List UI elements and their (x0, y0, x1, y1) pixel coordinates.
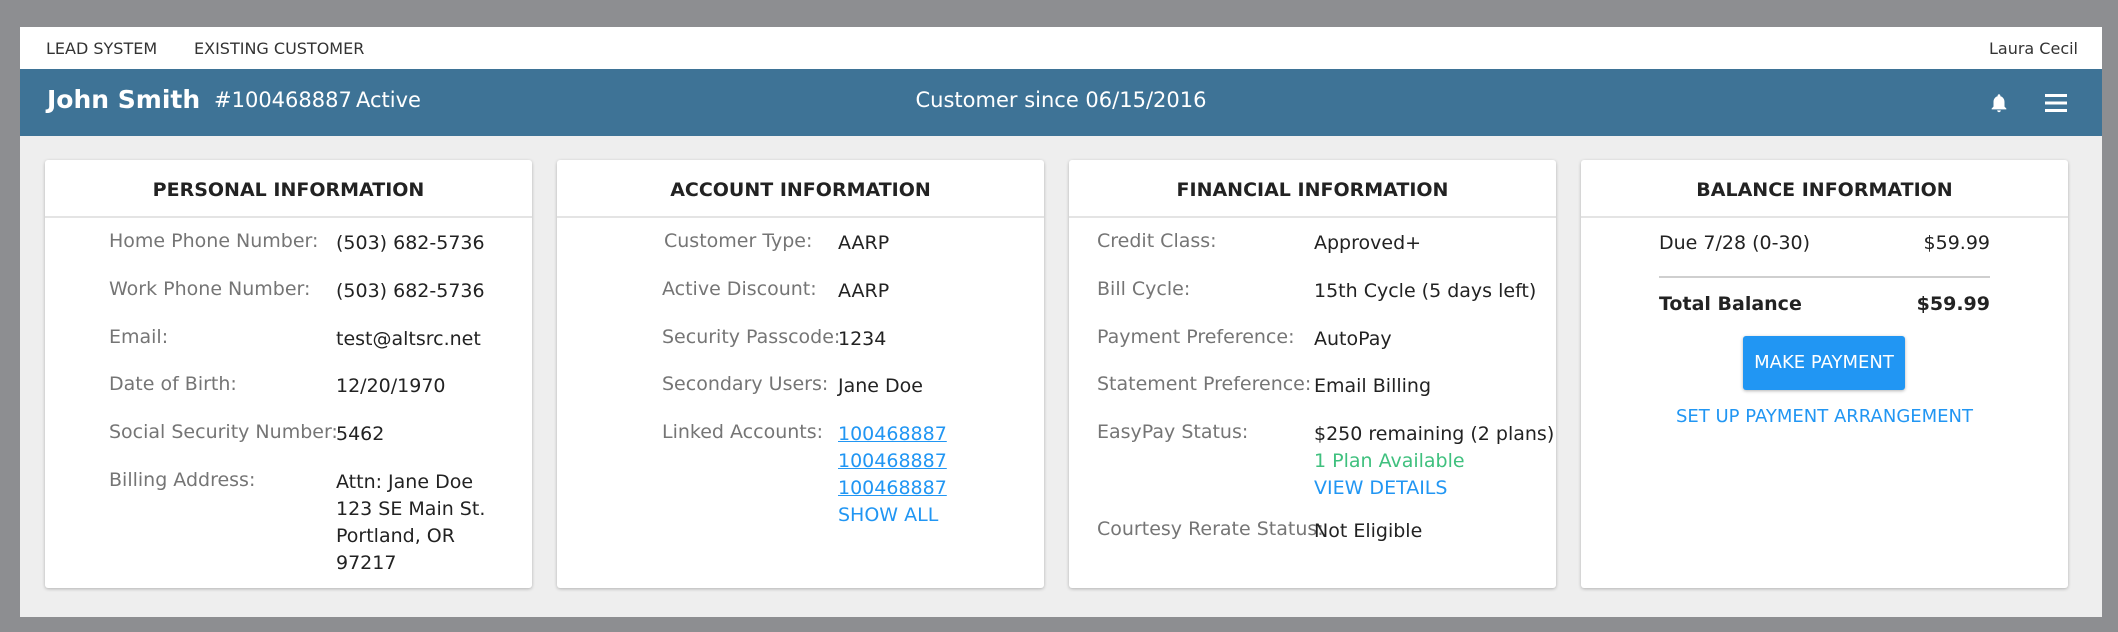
plan-available: 1 Plan Available (1314, 450, 1465, 472)
linked-accounts-list: 100468887 100468887 100468887 SHOW ALL (838, 421, 947, 529)
bill-cycle-label: Bill Cycle: (1097, 278, 1191, 300)
payment-preference-label: Payment Preference: (1097, 326, 1295, 348)
nav-existing-customer[interactable]: EXISTING CUSTOMER (194, 39, 364, 58)
ssn-label: Social Security Number: (109, 421, 338, 443)
statement-preference-label: Statement Preference: (1097, 373, 1312, 395)
financial-info-title: FINANCIAL INFORMATION (1069, 160, 1556, 218)
personal-info-title: PERSONAL INFORMATION (45, 160, 532, 218)
account-info-card: ACCOUNT INFORMATION Customer Type: AARP … (557, 160, 1044, 588)
app-frame: LEAD SYSTEM EXISTING CUSTOMER Laura Ceci… (20, 27, 2102, 617)
total-amount-row: $59.99 (1917, 291, 1990, 318)
customer-name: John Smith (47, 85, 201, 114)
menu-icon[interactable] (2045, 93, 2067, 113)
active-discount-value: AARP (838, 280, 890, 302)
work-phone-label: Work Phone Number: (109, 278, 311, 300)
credit-class-value: Approved+ (1314, 232, 1422, 254)
account-info-title: ACCOUNT INFORMATION (557, 160, 1044, 218)
due-value: $59.99 (1923, 232, 1990, 254)
dob-label: Date of Birth: (109, 373, 237, 395)
balance-info-title: BALANCE INFORMATION (1581, 160, 2068, 218)
financial-info-card: FINANCIAL INFORMATION Credit Class: Appr… (1069, 160, 1556, 588)
top-nav: LEAD SYSTEM EXISTING CUSTOMER Laura Ceci… (20, 27, 2102, 69)
linked-account-link[interactable]: 100468887 (838, 448, 947, 475)
work-phone-value: (503) 682-5736 (336, 280, 485, 302)
address-line: 97217 (336, 552, 397, 574)
linked-account-link[interactable]: 100468887 (838, 475, 947, 502)
linked-account-link[interactable]: 100468887 (838, 421, 947, 448)
make-payment-button[interactable]: MAKE PAYMENT (1743, 336, 1905, 390)
linked-accounts-label: Linked Accounts: (662, 421, 824, 443)
payment-arrangement-link[interactable]: SET UP PAYMENT ARRANGEMENT (1581, 406, 2068, 427)
address-line: 123 SE Main St. (336, 498, 486, 520)
due-amount-row: $59.99 (1924, 230, 1990, 257)
view-details-link[interactable]: VIEW DETAILS (1314, 475, 1554, 502)
address-line: Attn: Jane Doe (336, 471, 474, 493)
nav-lead-system[interactable]: LEAD SYSTEM (46, 39, 157, 58)
secondary-users-value: Jane Doe (838, 375, 923, 397)
home-phone-value: (503) 682-5736 (336, 232, 485, 254)
dob-value: 12/20/1970 (336, 375, 446, 397)
personal-info-card: PERSONAL INFORMATION Home Phone Number: … (45, 160, 532, 588)
security-passcode-value: 1234 (838, 328, 887, 350)
account-status: Active (356, 88, 421, 112)
address-line: Portland, OR (336, 525, 455, 547)
customer-header: John Smith #100468887 Active Customer si… (20, 69, 2102, 136)
email-label: Email: (109, 326, 169, 348)
secondary-users-label: Secondary Users: (662, 373, 829, 395)
balance-info-card: BALANCE INFORMATION Due 7/28 (0-30) $59.… (1581, 160, 2068, 588)
total-value: $59.99 (1916, 293, 1990, 315)
courtesy-rerate-label: Courtesy Rerate Status: (1097, 518, 1324, 540)
billing-address-value: Attn: Jane Doe 123 SE Main St. Portland,… (336, 469, 485, 577)
customer-type-value: AARP (838, 232, 890, 254)
active-discount-label: Active Discount: (662, 278, 817, 300)
account-number: #100468887 (214, 88, 352, 112)
bell-icon[interactable] (1988, 91, 2010, 115)
security-passcode-label: Security Passcode: (662, 326, 841, 348)
bill-cycle-value: 15th Cycle (5 days left) (1314, 280, 1537, 302)
easypay-status-value: $250 remaining (2 plans) 1 Plan Availabl… (1314, 421, 1554, 502)
easypay-status-label: EasyPay Status: (1097, 421, 1249, 443)
customer-type-label: Customer Type: (664, 230, 813, 252)
statement-preference-value: Email Billing (1314, 375, 1432, 397)
home-phone-label: Home Phone Number: (109, 230, 319, 252)
show-all-link[interactable]: SHOW ALL (838, 502, 947, 529)
courtesy-rerate-value: Not Eligible (1314, 520, 1423, 542)
total-label: Total Balance (1659, 293, 1802, 315)
balance-divider (1659, 276, 1990, 278)
email-value: test@altsrc.net (336, 328, 481, 350)
billing-address-label: Billing Address: (109, 469, 256, 491)
payment-preference-value: AutoPay (1314, 328, 1392, 350)
credit-class-label: Credit Class: (1097, 230, 1217, 252)
due-label: Due 7/28 (0-30) (1659, 232, 1811, 254)
ssn-value: 5462 (336, 423, 385, 445)
easypay-remaining: $250 remaining (2 plans) (1314, 423, 1555, 445)
user-name[interactable]: Laura Cecil (1989, 39, 2078, 58)
